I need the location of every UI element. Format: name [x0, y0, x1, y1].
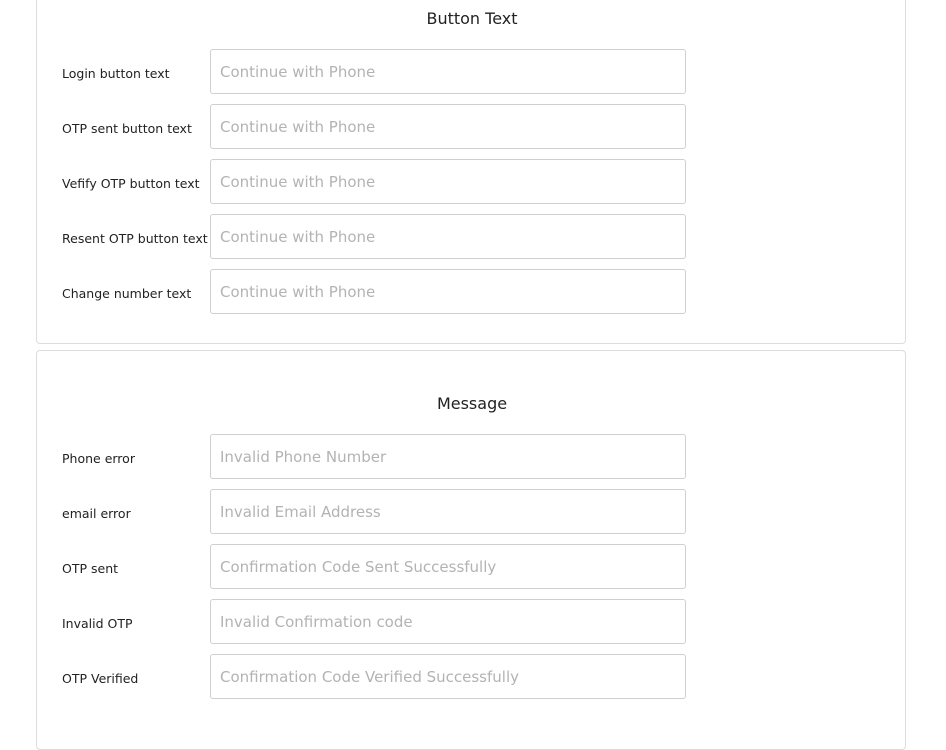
- field-row-otp-sent-button-text: OTP sent button text: [37, 104, 907, 150]
- button-text-card: Button Text Login button text OTP sent b…: [36, 0, 906, 344]
- invalid-otp-input[interactable]: [210, 599, 686, 644]
- section-title-message: Message: [436, 394, 508, 413]
- field-row-resent-otp-button-text: Resent OTP button text: [37, 214, 907, 260]
- field-label: Phone error: [62, 451, 135, 466]
- otp-sent-input[interactable]: [210, 544, 686, 589]
- field-label: OTP sent: [62, 561, 119, 576]
- field-row-phone-error: Phone error: [37, 434, 907, 480]
- field-row-otp-verified: OTP Verified: [37, 654, 907, 700]
- field-row-email-error: email error: [37, 489, 907, 535]
- field-row-otp-sent: OTP sent: [37, 544, 907, 590]
- field-label: Change number text: [62, 286, 192, 301]
- field-label: Resent OTP button text: [62, 231, 208, 246]
- field-label: email error: [62, 506, 131, 521]
- field-row-login-button-text: Login button text: [37, 49, 907, 95]
- login-button-text-input[interactable]: [210, 49, 686, 94]
- field-row-verify-otp-button-text: Vefify OTP button text: [37, 159, 907, 205]
- field-label: OTP sent button text: [62, 121, 192, 136]
- message-card: Message Phone error email error OTP sent…: [36, 350, 906, 750]
- field-label: Login button text: [62, 66, 170, 81]
- verify-otp-button-text-input[interactable]: [210, 159, 686, 204]
- field-row-invalid-otp: Invalid OTP: [37, 599, 907, 645]
- change-number-text-input[interactable]: [210, 269, 686, 314]
- otp-verified-input[interactable]: [210, 654, 686, 699]
- field-row-change-number-text: Change number text: [37, 269, 907, 315]
- field-label: Vefify OTP button text: [62, 176, 200, 191]
- field-label: OTP Verified: [62, 671, 139, 686]
- field-label: Invalid OTP: [62, 616, 133, 631]
- email-error-input[interactable]: [210, 489, 686, 534]
- otp-sent-button-text-input[interactable]: [210, 104, 686, 149]
- phone-error-input[interactable]: [210, 434, 686, 479]
- resent-otp-button-text-input[interactable]: [210, 214, 686, 259]
- section-title-button-text: Button Text: [426, 9, 518, 28]
